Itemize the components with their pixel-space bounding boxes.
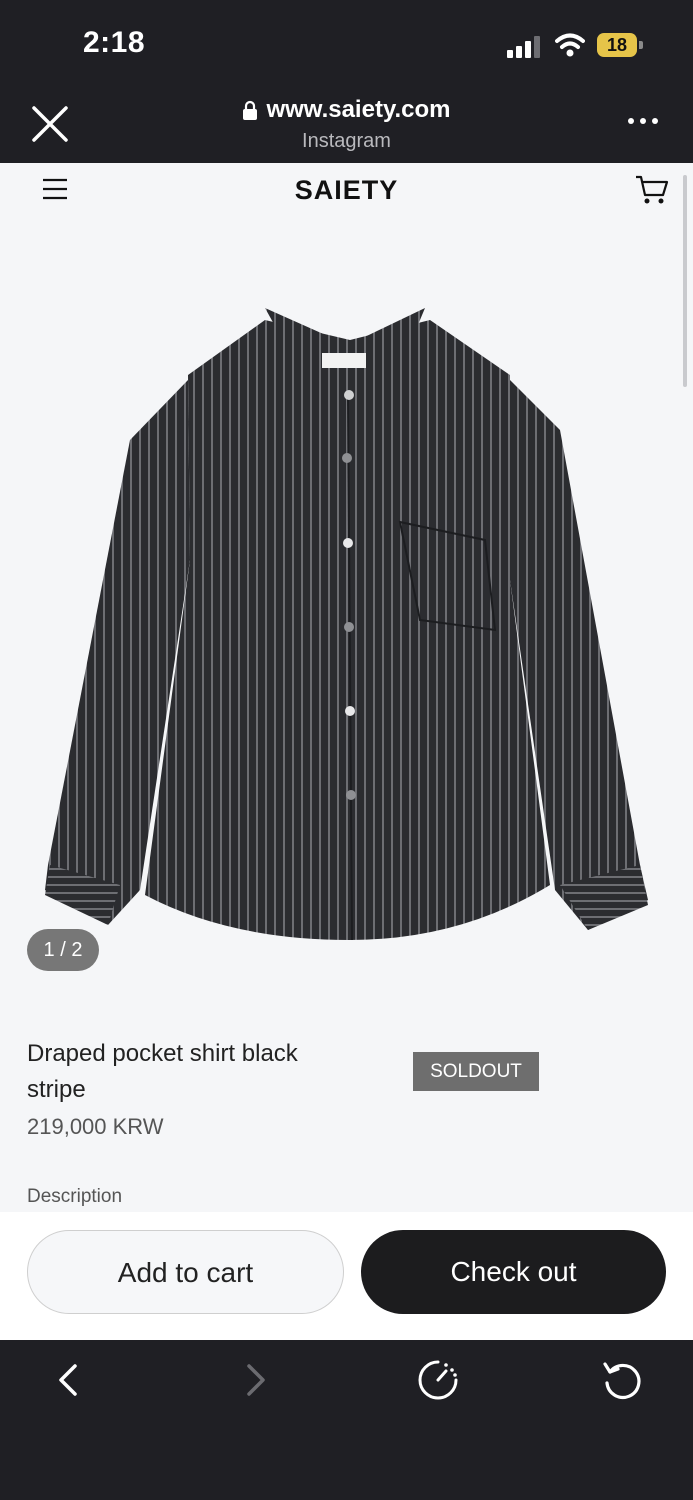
battery-charging-icon: 18	[597, 33, 643, 57]
cart-icon[interactable]	[634, 174, 670, 206]
source-label: Instagram	[302, 130, 391, 152]
browser-toolbar	[0, 1340, 693, 1500]
scrollbar[interactable]	[683, 175, 687, 387]
close-icon[interactable]	[30, 104, 70, 144]
status-time: 2:18	[83, 26, 146, 59]
status-badge: SOLDOUT	[413, 1052, 539, 1091]
address-bar[interactable]: www.saiety.com	[140, 94, 553, 126]
product-image[interactable]	[40, 300, 655, 950]
product-title: Draped pocket shirt black stripe	[27, 1040, 298, 1103]
reload-icon[interactable]	[600, 1358, 644, 1402]
menu-icon[interactable]	[41, 178, 69, 200]
image-counter: 1 / 2	[27, 929, 99, 971]
add-to-cart-button[interactable]: Add to cart	[27, 1230, 344, 1314]
description-label[interactable]: Description	[27, 1186, 122, 1208]
back-icon[interactable]	[47, 1358, 91, 1402]
more-icon[interactable]	[626, 114, 660, 128]
brand-logo[interactable]: SAIETY	[273, 175, 420, 206]
lock-icon	[243, 100, 258, 120]
checkout-button[interactable]: Check out	[361, 1230, 666, 1314]
cellular-signal-icon	[507, 36, 540, 58]
forward-icon[interactable]	[233, 1358, 277, 1402]
wifi-icon	[555, 33, 585, 57]
url-text: www.saiety.com	[266, 96, 451, 123]
speed-icon[interactable]	[416, 1358, 460, 1402]
product-price: 219,000 KRW	[27, 1114, 164, 1139]
battery-level: 18	[606, 35, 628, 55]
